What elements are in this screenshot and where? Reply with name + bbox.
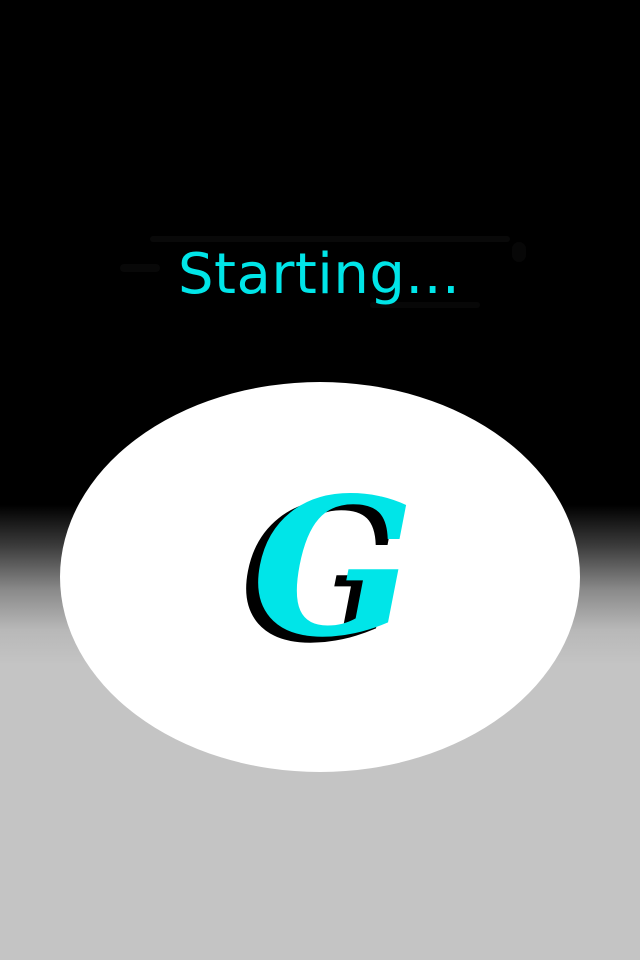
logo-letter: G (252, 470, 410, 670)
splash-screen: Starting... G G (0, 0, 640, 960)
status-banner: Starting... (120, 228, 530, 318)
banner-decoration (120, 264, 160, 272)
loading-status-text: Starting... (178, 242, 461, 307)
g-logo-icon: G G (230, 470, 410, 670)
banner-decoration (512, 242, 526, 262)
